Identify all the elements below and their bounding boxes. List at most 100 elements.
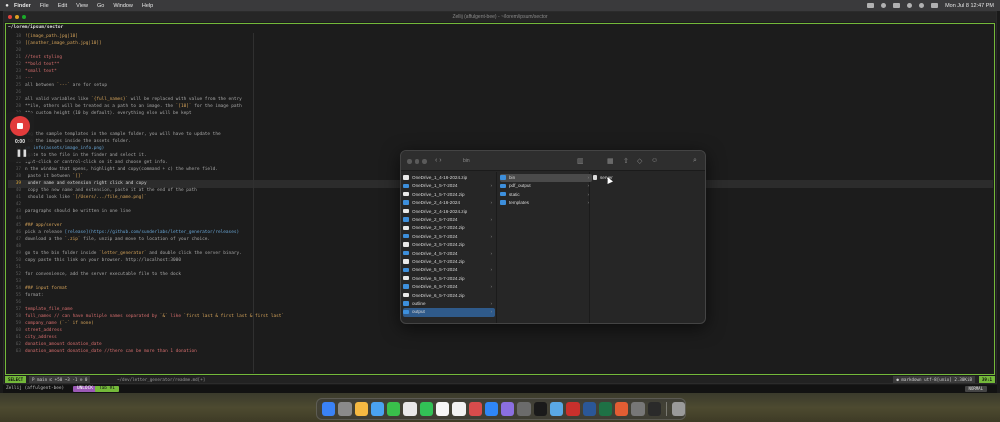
pause-icon[interactable]: ❚❚ (16, 149, 28, 157)
finder-column-3[interactable]: server (591, 172, 705, 323)
folder-icon (500, 191, 506, 197)
action-icon[interactable]: ☺ (651, 157, 658, 164)
battery-icon[interactable] (893, 3, 901, 8)
chevron-right-icon: › (490, 309, 492, 315)
menu-help[interactable]: Help (142, 3, 153, 9)
finder-item[interactable]: outline › (403, 300, 495, 308)
menu-edit[interactable]: Edit (58, 3, 67, 9)
finder-item[interactable]: OneDrive_6_5-7-2024.zip (403, 292, 495, 300)
file-icon (403, 259, 409, 264)
zellij-tab-1[interactable]: Tab #1 (95, 386, 119, 392)
search-icon[interactable] (919, 3, 925, 8)
editor-line[interactable]: 63 donation_amount donation_date //there … (8, 348, 993, 356)
file-icon (403, 242, 409, 247)
finder-item[interactable]: OneDrive_2_5-7-2024 › (403, 216, 495, 224)
trash-dock-icon[interactable] (671, 402, 686, 416)
messages-dock-icon[interactable] (419, 402, 433, 416)
chevron-right-icon: › (587, 200, 589, 206)
terminal-dock-icon[interactable] (533, 402, 547, 416)
excel-dock-icon[interactable] (598, 402, 613, 416)
finder-item[interactable]: OneDrive_4_5-7-2024 › (403, 250, 495, 258)
group-icon[interactable]: ▦ (607, 157, 614, 165)
line-text: **ile, others will be treated as a path … (25, 104, 176, 109)
stop-recording-button[interactable] (10, 116, 30, 136)
finder-item[interactable]: OneDrive_2_4-16-2024.zip (403, 208, 495, 216)
zoom-button[interactable] (22, 15, 26, 19)
minimize-button[interactable] (15, 15, 19, 19)
calendar-dock-icon[interactable] (403, 402, 417, 416)
finder-item[interactable]: OneDrive_4_5-7-2024.zip (403, 258, 495, 266)
back-forward-icon[interactable]: ‹ › (435, 157, 442, 164)
finder-item[interactable]: bin › (500, 174, 592, 183)
line-text: all valid variables like (25, 97, 92, 102)
menu-go[interactable]: Go (97, 3, 104, 9)
finder-item[interactable]: templates › (500, 199, 592, 207)
menu-view[interactable]: View (76, 3, 88, 9)
finder-close-button[interactable] (407, 159, 412, 164)
finder-item[interactable]: OneDrive_2_4-16-2024 › (403, 199, 495, 207)
finder-item[interactable]: OneDrive_6_5-7-2024 › (403, 283, 495, 291)
line-text: **e custom height (10 by default). every… (25, 111, 192, 116)
finder-search-icon[interactable]: ⌕ (693, 157, 697, 165)
finder-item[interactable]: static › (500, 191, 592, 199)
finder-item[interactable]: pdf_output › (500, 182, 592, 190)
control-center-icon[interactable] (931, 3, 939, 8)
acrobat-dock-icon[interactable] (566, 402, 580, 416)
server-dock-icon[interactable] (647, 402, 661, 416)
finder-item[interactable]: OneDrive_1_5-7-2024 › (403, 182, 495, 190)
finder-zoom-button[interactable] (422, 159, 427, 164)
finder-item[interactable]: OneDrive_3_5-7-2024 › (403, 233, 495, 241)
line-text: `first last & first last & first last` (183, 314, 285, 319)
zellij-session: Zellij (affulgent-bee) (6, 386, 65, 391)
zellij-mode-hint: NORMAL (964, 386, 987, 392)
menu-file[interactable]: File (40, 3, 49, 9)
apple-menu-icon[interactable]: ● (0, 3, 14, 9)
obsidian-dock-icon[interactable] (501, 402, 515, 416)
finder-item[interactable]: OneDrive_1_4-16-2024.zip (403, 174, 495, 182)
wifi-icon[interactable] (907, 3, 913, 8)
finder-item-label: OneDrive_2_4-16-2024 (412, 200, 461, 206)
finder-item-label: OneDrive_2_5-7-2024.zip (412, 225, 465, 231)
photos-dock-icon[interactable] (354, 402, 368, 416)
finder-item[interactable]: output › (403, 308, 495, 317)
folder-icon (403, 200, 409, 205)
word-dock-icon[interactable] (582, 402, 596, 416)
finder-dock-icon[interactable] (322, 402, 336, 416)
finder-item[interactable]: OneDrive_1_5-7-2024.zip (403, 191, 495, 199)
chevron-right-icon: › (490, 267, 492, 273)
finder-item[interactable]: OneDrive_5_5-7-2024 › (403, 266, 495, 274)
finder-item[interactable]: OneDrive_2_5-7-2024.zip (403, 224, 495, 232)
safari-dock-icon[interactable] (370, 402, 385, 416)
menu-app-name[interactable]: Finder (14, 3, 31, 9)
notes-dock-icon[interactable] (452, 402, 466, 416)
settings-dock-icon[interactable] (517, 402, 531, 416)
close-button[interactable] (8, 15, 12, 19)
share-icon[interactable]: ⇧ (623, 157, 629, 165)
finder-item[interactable]: OneDrive_3_5-7-2024.zip (403, 241, 495, 249)
line-text: go to the bin folder inside (25, 251, 100, 256)
preview-dock-icon[interactable] (631, 402, 645, 416)
brave-dock-icon[interactable] (615, 402, 629, 416)
line-text: and double click the server binary. (146, 251, 242, 256)
screen-record-icon[interactable] (867, 3, 875, 8)
launchpad-dock-icon[interactable] (338, 402, 352, 416)
chevron-right-icon: › (587, 191, 589, 197)
finder-column-2[interactable]: bin › pdf_output › static › templates › (498, 172, 592, 323)
menu-clock[interactable]: Mon Jul 8 12:47 PM (945, 3, 994, 9)
contacts-dock-icon[interactable] (435, 402, 450, 416)
finder-column-1[interactable]: OneDrive_1_4-16-2024.zip OneDrive_1_5-7-2… (401, 172, 497, 323)
focus-icon[interactable] (881, 3, 887, 8)
finder-minimize-button[interactable] (414, 159, 419, 164)
zellij-lock-tab[interactable]: UNLOCK (73, 386, 97, 392)
app-store-dock-icon[interactable] (484, 402, 499, 416)
finder-window-controls (407, 159, 427, 164)
line-text: to the images inside the assets folder. (25, 139, 131, 144)
view-options-icon[interactable]: ▥ (577, 157, 584, 165)
tag-icon[interactable]: ◇ (637, 157, 642, 165)
facetime-dock-icon[interactable] (387, 402, 401, 416)
vscode-dock-icon[interactable] (549, 402, 564, 416)
music-dock-icon[interactable] (468, 402, 482, 416)
line-text: ing the sample templates in the sample f… (25, 132, 221, 137)
menu-window[interactable]: Window (113, 3, 133, 9)
finder-item[interactable]: OneDrive_5_5-7-2024.zip (403, 275, 495, 283)
